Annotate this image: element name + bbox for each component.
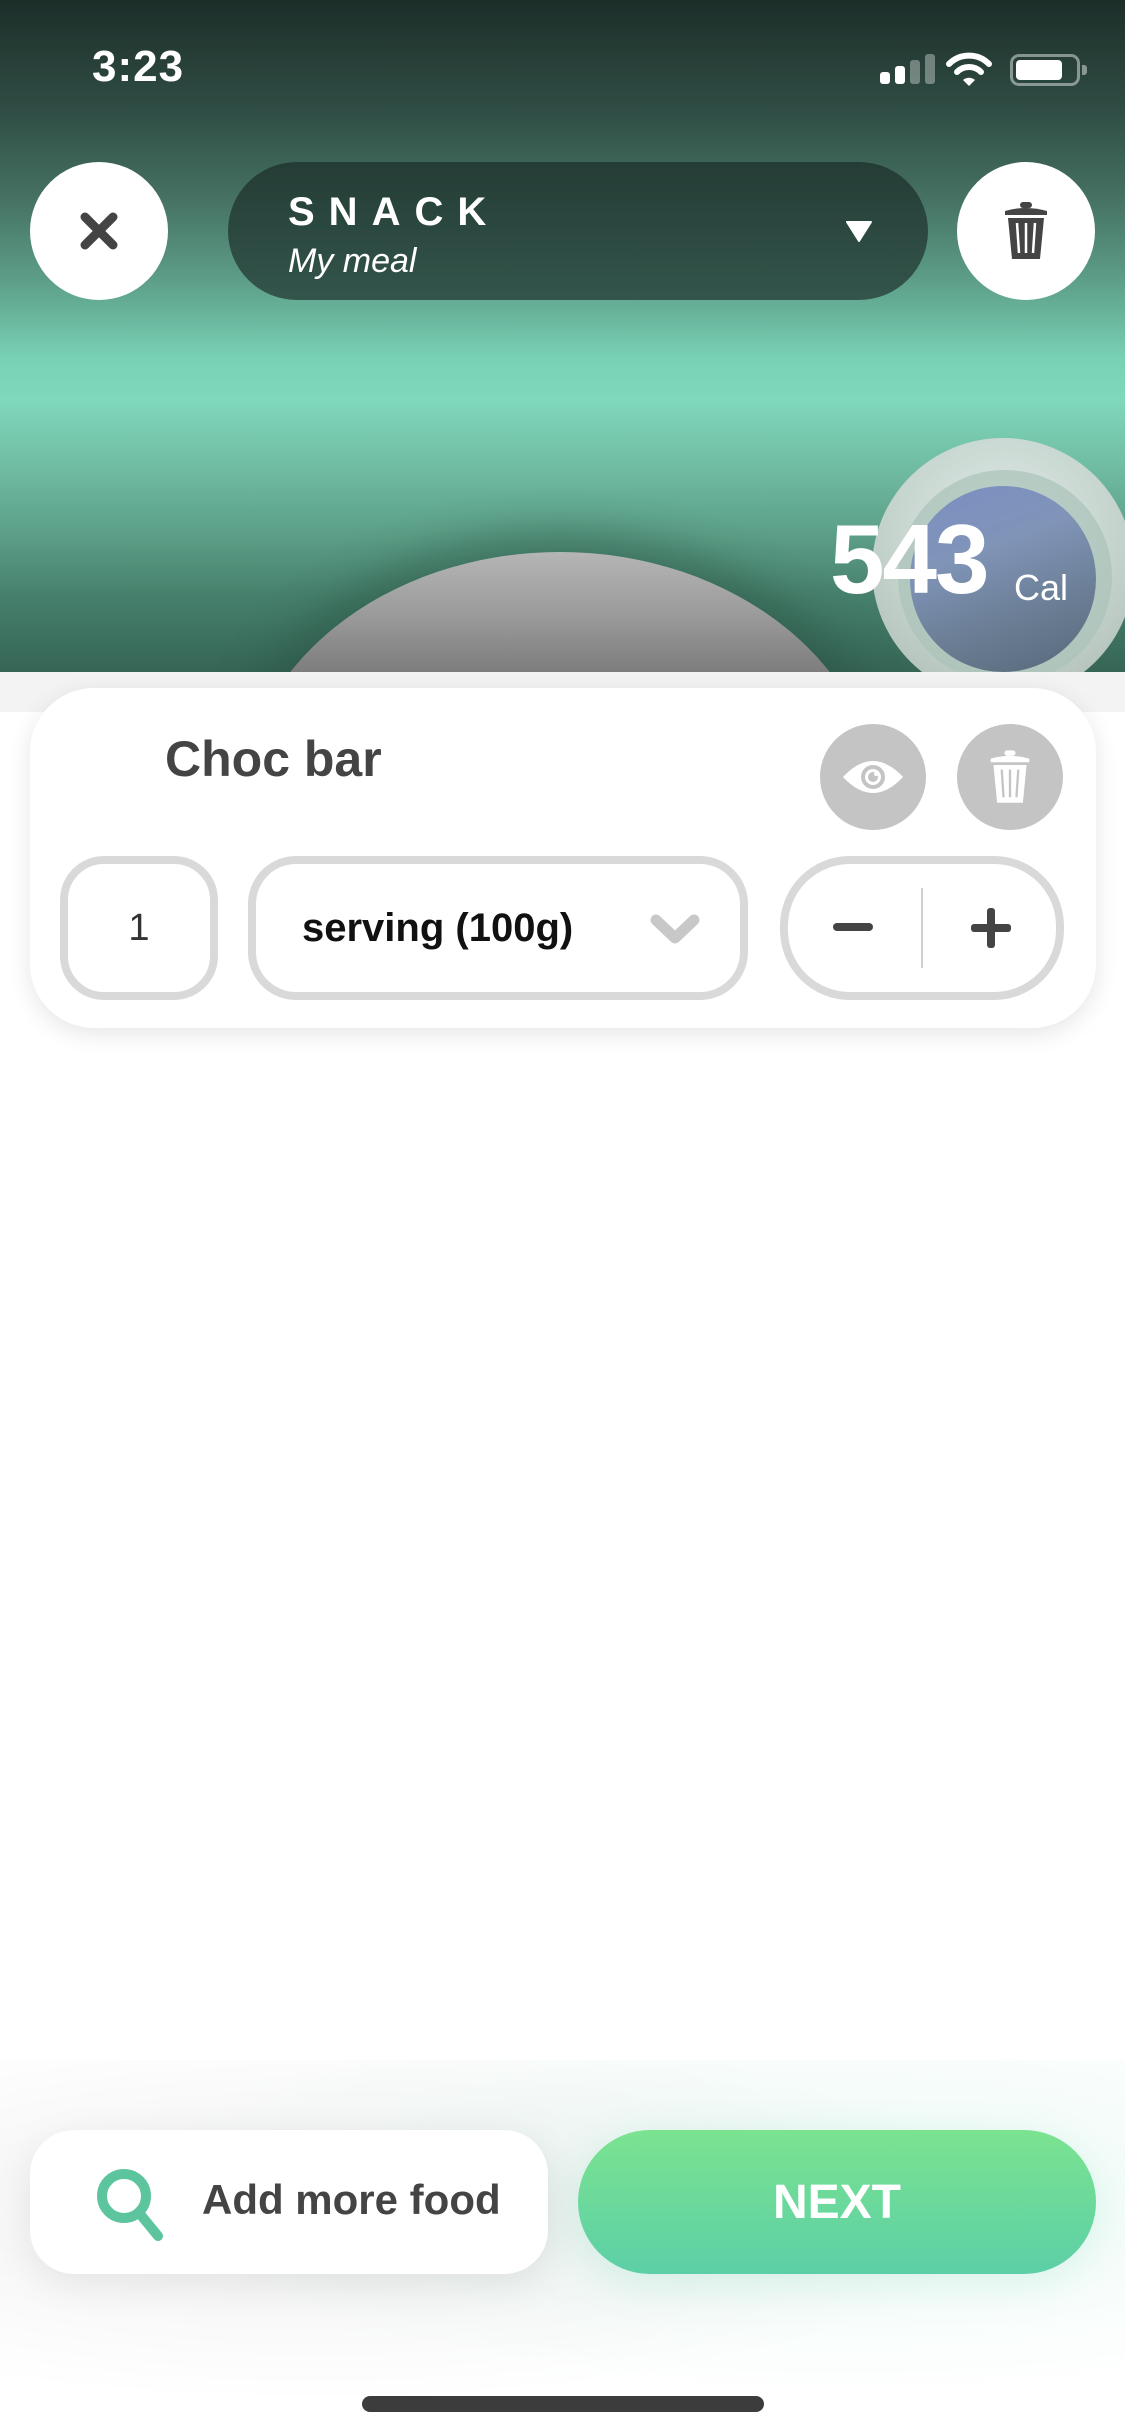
add-more-food-button[interactable]: Add more food bbox=[30, 2130, 548, 2274]
meal-header: 3:23 SNACK My meal 543 Cal bbox=[0, 0, 1125, 672]
add-more-food-label: Add more food bbox=[202, 2176, 501, 2223]
status-icons bbox=[880, 52, 1090, 88]
trash-icon bbox=[990, 750, 1030, 803]
serving-unit-select[interactable]: serving (100g) bbox=[248, 856, 748, 1000]
signal-icon bbox=[880, 52, 936, 88]
meal-selector-dropdown[interactable]: SNACK My meal bbox=[228, 162, 928, 300]
close-button[interactable] bbox=[30, 162, 168, 300]
trash-icon bbox=[1005, 202, 1047, 259]
delete-meal-button[interactable] bbox=[957, 162, 1095, 300]
meal-type: SNACK bbox=[288, 190, 501, 234]
eye-icon bbox=[843, 761, 903, 793]
plus-icon bbox=[971, 908, 1011, 948]
view-food-button[interactable] bbox=[820, 724, 926, 830]
search-icon bbox=[97, 2169, 163, 2241]
chevron-down-icon bbox=[650, 914, 700, 944]
meal-name: My meal bbox=[288, 242, 417, 280]
plate-illustration bbox=[240, 552, 880, 672]
increment-button[interactable] bbox=[926, 864, 1056, 992]
next-button[interactable]: NEXT bbox=[578, 2130, 1096, 2274]
battery-icon bbox=[1010, 54, 1087, 86]
serving-unit-label: serving (100g) bbox=[302, 906, 574, 950]
home-indicator[interactable] bbox=[362, 2396, 764, 2412]
quantity-input[interactable]: 1 bbox=[60, 856, 218, 1000]
minus-icon bbox=[833, 923, 873, 931]
next-label: NEXT bbox=[772, 2175, 901, 2229]
quantity-stepper bbox=[780, 856, 1064, 1000]
calorie-unit: Cal bbox=[1014, 567, 1069, 608]
food-name: Choc bar bbox=[165, 731, 382, 787]
close-icon bbox=[80, 212, 118, 250]
stepper-divider bbox=[921, 888, 923, 968]
food-item-card: Choc bar 1 serving (100g) bbox=[30, 688, 1096, 1028]
caret-down-icon bbox=[846, 221, 872, 242]
decrement-button[interactable] bbox=[788, 864, 918, 992]
calorie-value: 543 bbox=[830, 504, 990, 614]
wifi-icon bbox=[946, 52, 992, 86]
status-time: 3:23 bbox=[92, 42, 185, 91]
delete-food-button[interactable] bbox=[957, 724, 1063, 830]
